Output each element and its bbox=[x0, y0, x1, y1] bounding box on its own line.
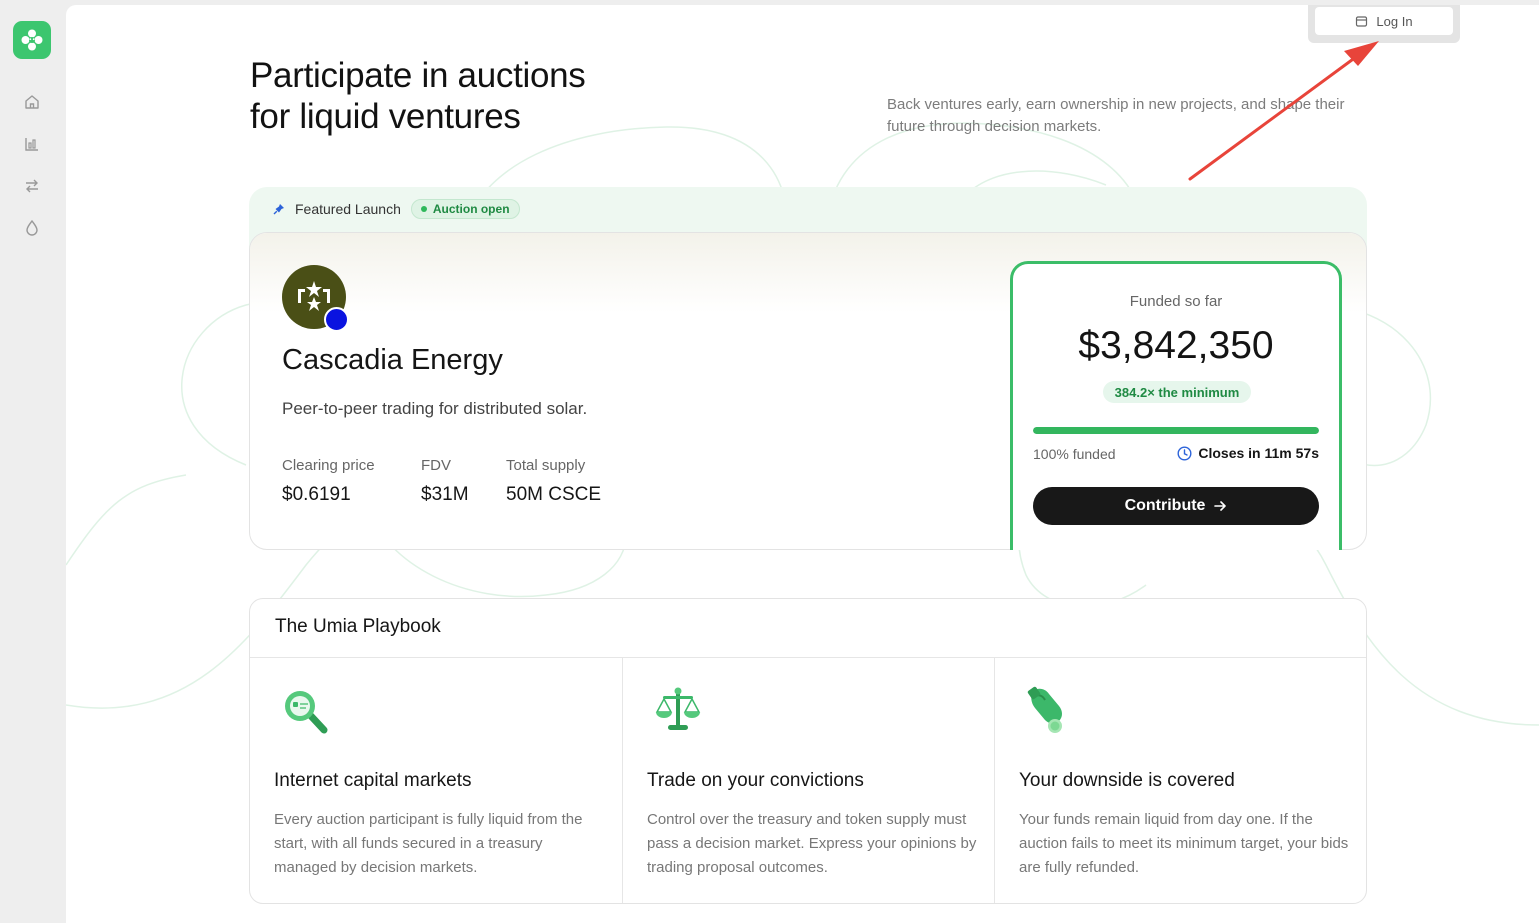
contribute-label: Contribute bbox=[1124, 497, 1206, 514]
stat-label: Clearing price bbox=[282, 457, 375, 474]
stat-total-supply: Total supply 50M CSCE bbox=[506, 457, 601, 506]
featured-header: Featured Launch Auction open bbox=[273, 198, 520, 220]
funded-label: Funded so far bbox=[1129, 293, 1223, 310]
page-subtitle: Back ventures early, earn ownership in n… bbox=[887, 96, 1345, 135]
page-title-line2: for liquid ventures bbox=[250, 97, 521, 136]
playbook-heading: Internet capital markets bbox=[274, 770, 472, 791]
playbook-section: The Umia Playbook Internet capital marke… bbox=[249, 598, 1367, 904]
stat-value: $0.6191 bbox=[282, 484, 351, 505]
page-title-line1: Participate in auctions bbox=[250, 56, 586, 95]
playbook-text: Control over the treasury and token supp… bbox=[647, 811, 977, 876]
stat-label: FDV bbox=[421, 457, 451, 474]
project-description: Peer-to-peer trading for distributed sol… bbox=[282, 399, 588, 418]
funded-multiple-badge: 384.2× the minimum bbox=[1103, 381, 1251, 403]
hand-coin-icon bbox=[1027, 686, 1062, 733]
swap-icon[interactable] bbox=[22, 176, 42, 196]
playbook-text: Your funds remain liquid from day one. I… bbox=[1019, 811, 1349, 876]
stat-label: Total supply bbox=[506, 457, 586, 474]
login-label: Log In bbox=[1376, 13, 1413, 29]
funding-progress-fill bbox=[1033, 427, 1319, 434]
playbook-text: Every auction participant is fully liqui… bbox=[274, 811, 583, 876]
home-icon[interactable] bbox=[22, 92, 42, 112]
clover-logo-icon bbox=[21, 29, 43, 51]
sidebar bbox=[0, 0, 66, 923]
playbook-heading: Your downside is covered bbox=[1019, 770, 1235, 791]
playbook-card: Your downside is covered Your funds rema… bbox=[994, 658, 1366, 903]
clock-icon bbox=[1177, 445, 1192, 461]
funding-progress-bar bbox=[1033, 427, 1319, 434]
stat-fdv: FDV $31M bbox=[421, 457, 469, 506]
stat-value: 50M CSCE bbox=[506, 484, 602, 505]
pin-icon bbox=[273, 204, 284, 215]
funding-box: Funded so far $3,842,350 384.2× the mini… bbox=[1010, 261, 1342, 550]
app-logo[interactable] bbox=[13, 21, 51, 59]
magnifier-icon bbox=[285, 691, 328, 734]
scales-icon bbox=[655, 687, 701, 730]
playbook-title: The Umia Playbook bbox=[275, 616, 441, 637]
status-dot bbox=[420, 206, 427, 212]
page-title: Participate in auctions for liquid ventu… bbox=[250, 55, 586, 137]
login-button[interactable]: Log In bbox=[1315, 7, 1453, 35]
project-name[interactable]: Cascadia Energy bbox=[282, 344, 503, 377]
funded-amount: $3,842,350 bbox=[1078, 324, 1274, 367]
featured-label: Featured Launch bbox=[295, 201, 401, 217]
playbook-card: Trade on your convictions Control over t… bbox=[622, 658, 994, 903]
playbook-heading: Trade on your convictions bbox=[647, 770, 864, 791]
funded-percent: 100% funded bbox=[1033, 446, 1116, 462]
status-badge-label: Auction open bbox=[432, 202, 510, 216]
status-badge: Auction open bbox=[410, 199, 520, 219]
playbook-card: Internet capital markets Every auction p… bbox=[250, 658, 622, 903]
stat-value: $31M bbox=[421, 484, 469, 505]
countdown-label: Closes in 11m 57s bbox=[1198, 445, 1319, 461]
chart-icon[interactable] bbox=[22, 134, 42, 154]
countdown: Closes in 11m 57s bbox=[1177, 445, 1319, 461]
chain-badge bbox=[324, 307, 349, 332]
contribute-button[interactable]: Contribute bbox=[1033, 487, 1319, 525]
drop-icon[interactable] bbox=[22, 218, 42, 238]
login-icon bbox=[1356, 15, 1368, 27]
stat-clearing-price: Clearing price $0.6191 bbox=[282, 457, 375, 506]
arrow-right-icon bbox=[1214, 501, 1227, 511]
